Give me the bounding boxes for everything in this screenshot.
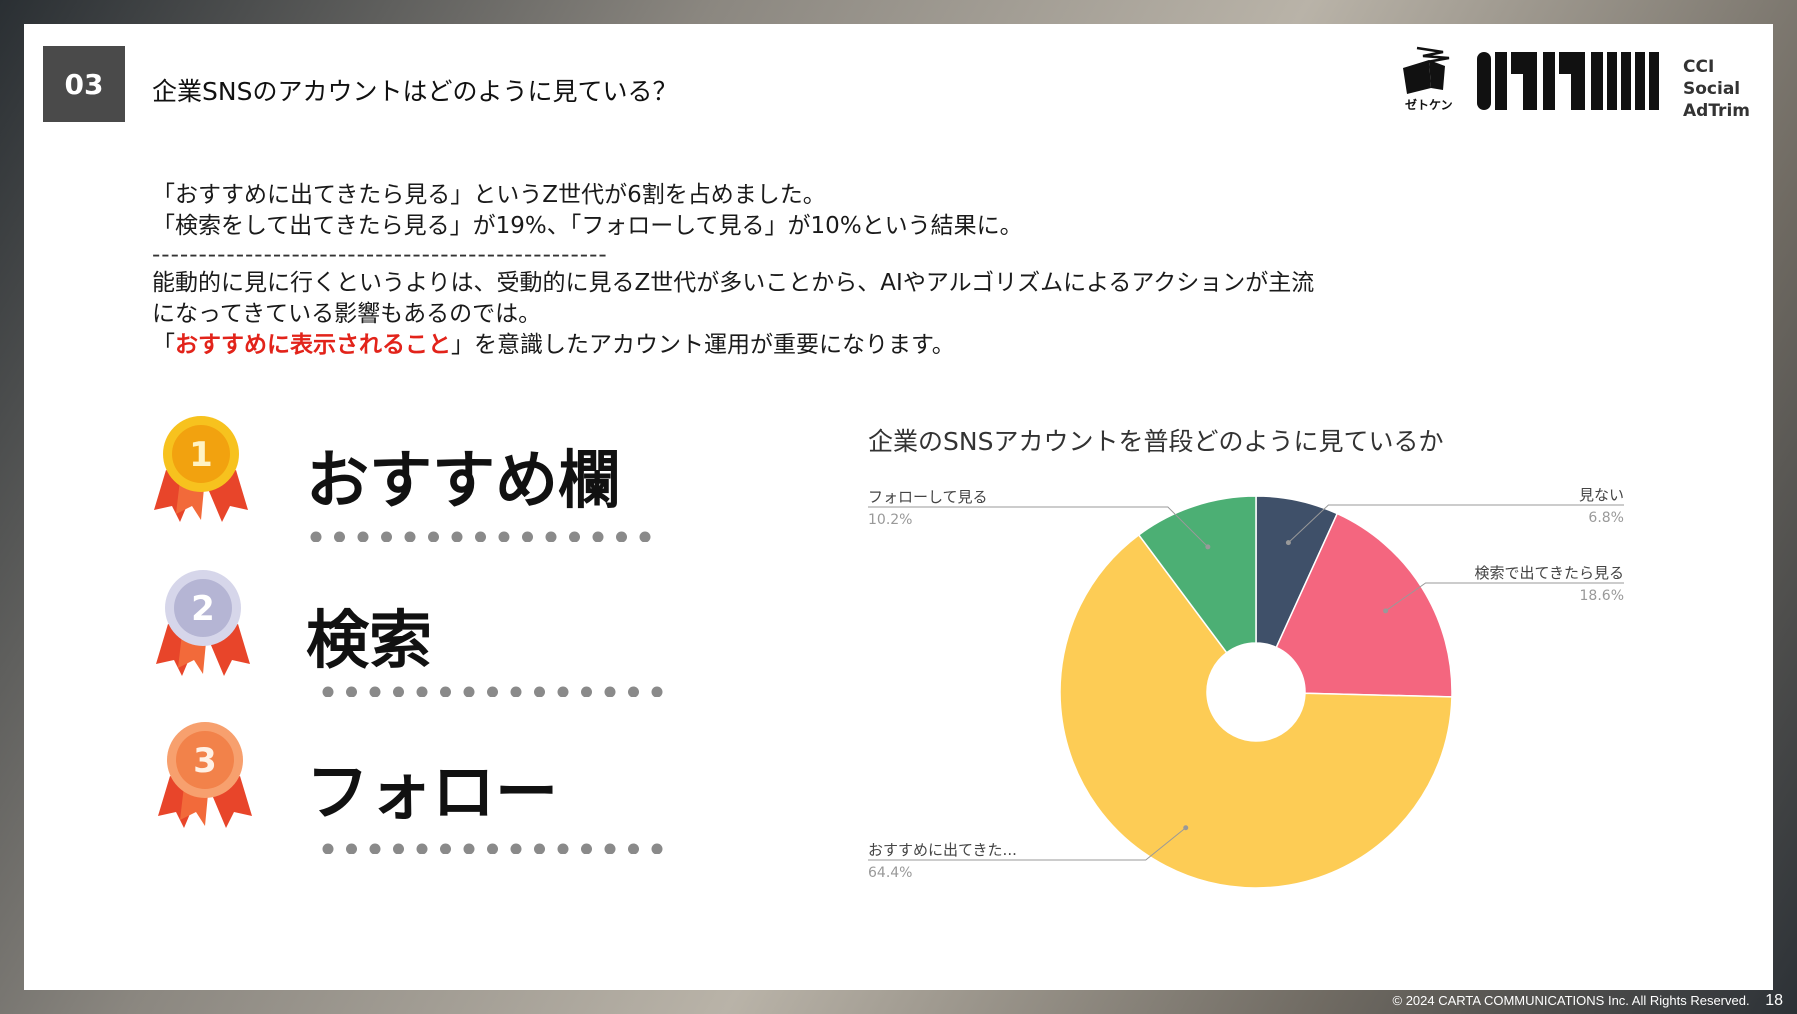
highlight-text: おすすめに表示されること [175,332,451,358]
cci-social-adtrim-text: CCI Social AdTrim [1683,57,1750,121]
rank-2-dotted-underline [322,686,663,697]
rank-1-label: おすすめ欄 [306,444,621,517]
rank-1-dotted-underline [310,531,651,542]
chart-title: 企業のSNSアカウントを普段どのように見ているか [868,427,1444,456]
slice-leader-dot [1183,825,1189,831]
rank-2-label: 検索 [306,604,432,677]
gold-medal-icon: 1 [154,416,248,522]
slice-label: おすすめに出てきた... [868,841,1017,859]
slice-value-label: 6.8% [1588,510,1624,526]
slice-value-label: 18.6% [1580,588,1624,604]
divider-line: ----------------------------------------… [152,242,608,268]
zeken-logo-icon [1403,46,1450,94]
summary-line-3: 能動的に見に行くというよりは、受動的に見るZ世代が多いことから、AIやアルゴリズ… [152,270,1315,296]
slice-label: フォローして見る [868,488,988,506]
slide-title: 企業SNSのアカウントはどのように見ている？ [152,77,678,106]
summary-line-2: 「検索をして出てきたら見る」が19%、「フォローして見る」が10%という結果に。 [152,213,1023,239]
rank-2-number: 2 [191,589,215,629]
slice-leader-dot [1205,544,1211,550]
slide: 03 企業SNSのアカウントはどのように見ている？ ゼトケン CCI Socia… [24,24,1773,990]
slice-leader-dot [1285,540,1291,546]
zeken-logo-text: ゼトケン [1405,98,1453,112]
rank-3-number: 3 [193,741,217,781]
slice-leader-dot [1383,608,1389,614]
brand-logo: ゼトケン CCI Social AdTrim [1393,40,1763,121]
summary-line-4: になってきている影響もあるのでは。 [152,301,542,327]
donut-chart: 見ない 6.8% 検索で出てきたら見る 18.6% おすすめに出てきた... 64.4% フ… [868,486,1624,889]
summary-line-5: 「おすすめに表示されること」を意識したアカウント運用が重要になります。 [152,332,955,358]
slice-value-label: 10.2% [868,512,912,528]
rank-3-label: フォロー [306,756,558,829]
adtrim-logo-mark [1477,52,1659,110]
slice-value-label: 64.4% [868,865,912,881]
silver-medal-icon: 2 [156,570,250,676]
page-number: 18 [1765,992,1783,1009]
section-number-badge: 03 [43,46,125,122]
summary-text: 「おすすめに出てきたら見る」というZ世代が6割を占めました。 「検索をして出てき… [152,180,1452,361]
footer: © 2024 CARTA COMMUNICATIONS Inc. All Rig… [1393,992,1784,1010]
slice-label: 見ない [1579,486,1624,504]
copyright-text: © 2024 CARTA COMMUNICATIONS Inc. All Rig… [1392,993,1750,1008]
summary-line-1: 「おすすめに出てきたら見る」というZ世代が6割を占めました。 [152,182,826,208]
slice-label: 検索で出てきたら見る [1474,564,1624,582]
bronze-medal-icon: 3 [158,722,252,828]
rank-3-dotted-underline [322,843,663,854]
rank-1-number: 1 [189,435,213,475]
